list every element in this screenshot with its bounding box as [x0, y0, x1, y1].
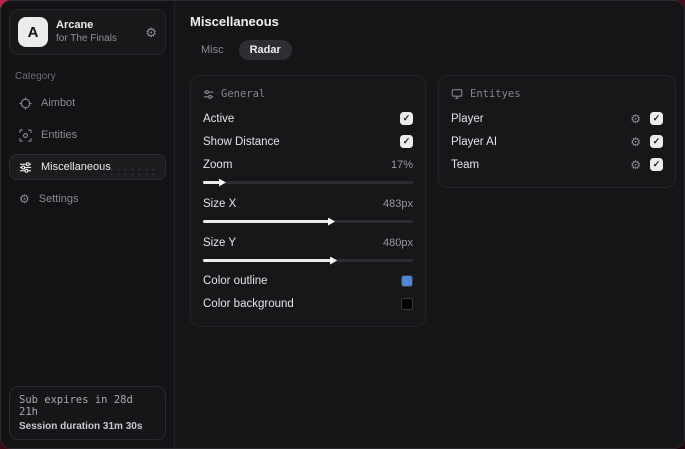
sidebar-item-label: Settings [38, 193, 79, 205]
color-background-label: Color background [203, 297, 294, 310]
category-label: Category [15, 71, 56, 82]
player-gear-icon[interactable]: ⚙ [630, 113, 641, 125]
row-color-outline: Color outline [203, 270, 413, 291]
player-ai-label: Player AI [451, 135, 498, 148]
backdrop: A Arcane for The Finals ⚙ Category Aimbo… [0, 0, 685, 449]
dots-decoration [101, 167, 159, 177]
color-background-swatch[interactable] [401, 297, 413, 310]
row-size-y: Size Y 480px [203, 232, 413, 253]
sidebar: A Arcane for The Finals ⚙ Category Aimbo… [1, 1, 175, 448]
gear-icon: ⚙ [19, 192, 30, 206]
row-color-background: Color background [203, 293, 413, 314]
sidebar-item-label: Entities [41, 129, 78, 141]
active-label: Active [203, 112, 235, 125]
size-x-value: 483px [383, 197, 413, 210]
row-zoom: Zoom 17% [203, 154, 413, 175]
team-label: Team [451, 158, 480, 171]
slider-fill [203, 217, 335, 226]
tab-bar: Misc Radar [190, 40, 676, 60]
team-controls: ⚙ ✓ [630, 158, 663, 171]
player-checkbox[interactable]: ✓ [650, 112, 663, 125]
monitor-icon [451, 89, 463, 99]
row-team: Team ⚙ ✓ [451, 154, 663, 175]
slider-thumb[interactable] [330, 256, 338, 265]
sub-expires-text: Sub expires in 28d 21h [19, 394, 133, 418]
slider-fill [203, 178, 226, 187]
zoom-value: 17% [390, 158, 413, 171]
account-subtitle: for The Finals [56, 32, 117, 44]
main-area: Miscellaneous Misc Radar General Active [175, 1, 684, 448]
player-ai-controls: ⚙ ✓ [630, 135, 663, 148]
slider-thumb[interactable] [328, 217, 335, 226]
player-label: Player [451, 112, 484, 125]
panel-title: General [221, 88, 266, 100]
size-y-slider[interactable] [203, 255, 413, 265]
sidebar-item-entities[interactable]: Entities [9, 122, 166, 148]
account-text: Arcane for The Finals [56, 19, 117, 45]
size-x-slider[interactable] [203, 216, 413, 226]
panel-general-header: General [203, 88, 413, 100]
row-size-x: Size X 483px [203, 193, 413, 214]
crosshair-icon [19, 96, 32, 110]
sidebar-item-miscellaneous[interactable]: Miscellaneous [9, 154, 166, 180]
tab-radar[interactable]: Radar [238, 40, 292, 60]
active-checkbox[interactable]: ✓ [400, 112, 413, 125]
sliders-small-icon [203, 89, 214, 99]
account-title: Arcane [56, 18, 94, 31]
account-card: A Arcane for The Finals ⚙ [9, 9, 166, 55]
panel-title: Entityes [470, 88, 521, 100]
team-checkbox[interactable]: ✓ [650, 158, 663, 171]
sidebar-item-aimbot[interactable]: Aimbot [9, 90, 166, 116]
panel-general: General Active ✓ Show Distance ✓ Zoom 17… [190, 75, 426, 327]
zoom-label: Zoom [203, 158, 233, 171]
panel-entities: Entityes Player ⚙ ✓ Player AI ⚙ ✓ Team ⚙… [438, 75, 676, 188]
sidebar-item-settings[interactable]: ⚙ Settings [9, 186, 166, 212]
row-active: Active ✓ [203, 108, 413, 129]
app-logo: A [18, 17, 48, 47]
player-ai-gear-icon[interactable]: ⚙ [630, 136, 641, 148]
player-ai-checkbox[interactable]: ✓ [650, 135, 663, 148]
row-show-distance: Show Distance ✓ [203, 131, 413, 152]
session-duration-text: Session duration 31m 30s [19, 421, 143, 432]
sidebar-item-label: Aimbot [41, 97, 76, 109]
team-gear-icon[interactable]: ⚙ [630, 159, 641, 171]
session-card: Sub expires in 28d 21h Session duration … [9, 386, 166, 440]
size-y-label: Size Y [203, 236, 237, 249]
tab-misc[interactable]: Misc [190, 40, 235, 60]
row-player: Player ⚙ ✓ [451, 108, 663, 129]
color-outline-swatch[interactable] [401, 274, 413, 287]
scan-icon [19, 128, 32, 142]
slider-thumb[interactable] [218, 178, 226, 187]
size-x-label: Size X [203, 197, 237, 210]
slider-track [203, 181, 413, 184]
panel-entities-header: Entityes [451, 88, 663, 100]
app-window: A Arcane for The Finals ⚙ Category Aimbo… [0, 0, 685, 449]
size-y-value: 480px [383, 236, 413, 249]
sidebar-nav: Aimbot Entities Miscellaneous ⚙ Settings [9, 90, 166, 212]
account-gear-icon[interactable]: ⚙ [145, 26, 157, 39]
show-distance-checkbox[interactable]: ✓ [400, 135, 413, 148]
player-controls: ⚙ ✓ [630, 112, 663, 125]
sliders-icon [19, 161, 32, 173]
content: General Active ✓ Show Distance ✓ Zoom 17… [190, 75, 676, 327]
page-title: Miscellaneous [190, 14, 279, 29]
zoom-slider[interactable] [203, 177, 413, 187]
slider-fill [203, 256, 338, 265]
show-distance-label: Show Distance [203, 135, 280, 148]
color-outline-label: Color outline [203, 274, 268, 287]
row-player-ai: Player AI ⚙ ✓ [451, 131, 663, 152]
